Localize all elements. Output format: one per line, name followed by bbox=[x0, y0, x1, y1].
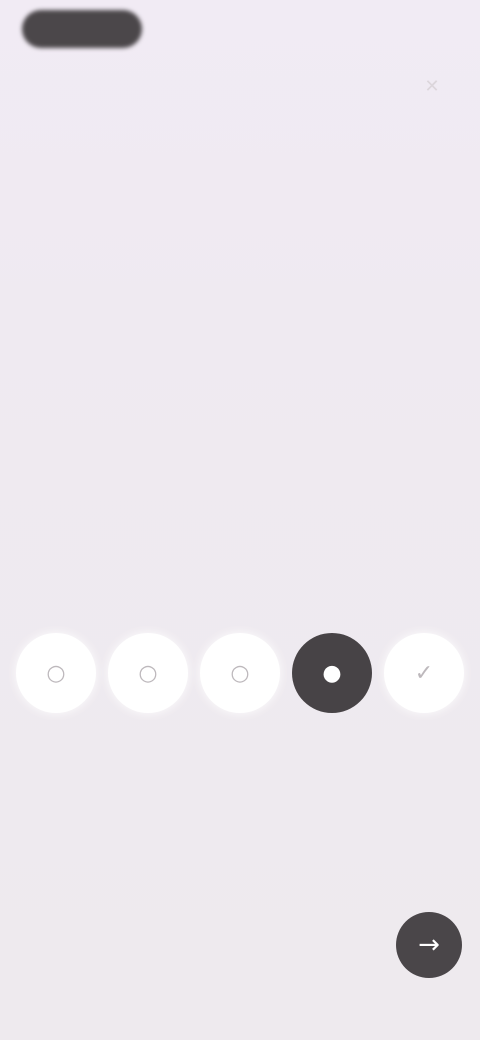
option-1-button[interactable]: ○ bbox=[16, 633, 96, 713]
option-4-button[interactable]: ● bbox=[292, 633, 372, 713]
option-3-button[interactable]: ○ bbox=[200, 633, 280, 713]
option-5-button[interactable]: ✓ bbox=[384, 633, 464, 713]
circle-icon: ○ bbox=[138, 660, 158, 686]
arrow-right-icon: → bbox=[418, 930, 440, 960]
options-row: ○ ○ ○ ● ✓ bbox=[0, 628, 480, 718]
option-2-button[interactable]: ○ bbox=[108, 633, 188, 713]
circle-icon: ● bbox=[322, 660, 342, 686]
circle-icon: ○ bbox=[46, 660, 66, 686]
next-button[interactable]: → bbox=[396, 912, 462, 978]
close-icon: ✕ bbox=[424, 75, 440, 97]
check-icon: ✓ bbox=[414, 660, 434, 686]
top-right-action-button[interactable]: ✕ bbox=[408, 62, 456, 110]
circle-icon: ○ bbox=[230, 660, 250, 686]
status-pill bbox=[22, 10, 142, 48]
